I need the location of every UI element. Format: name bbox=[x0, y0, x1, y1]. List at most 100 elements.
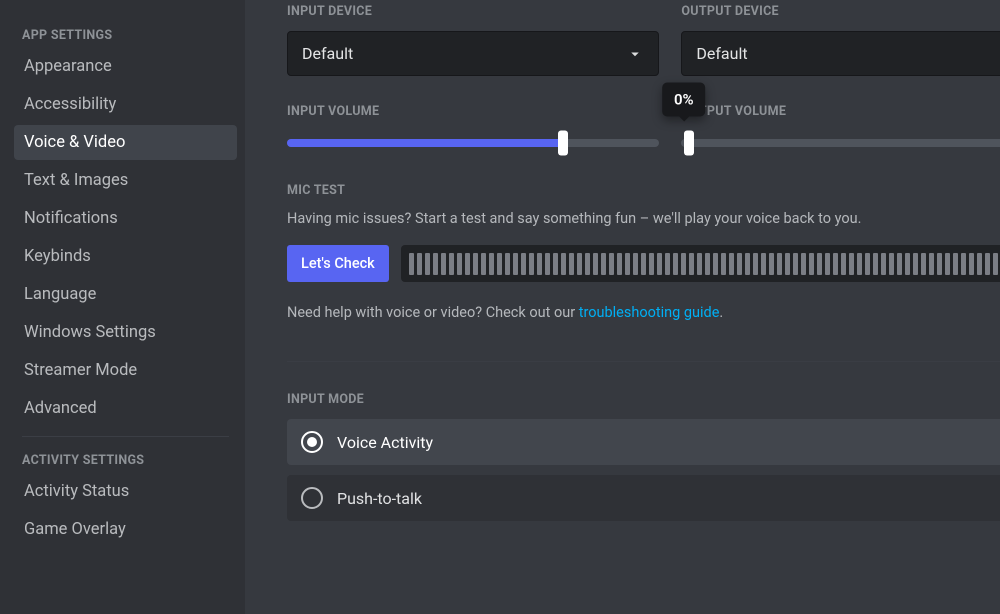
sidebar-item-label: Keybinds bbox=[24, 247, 91, 266]
meter-bar bbox=[825, 253, 830, 275]
meter-bar bbox=[665, 253, 670, 275]
radio-label: Voice Activity bbox=[337, 433, 433, 452]
sidebar-item-label: Streamer Mode bbox=[24, 361, 137, 380]
meter-bar bbox=[489, 253, 494, 275]
meter-bar bbox=[529, 253, 534, 275]
sidebar-item-streamer-mode[interactable]: Streamer Mode bbox=[14, 353, 237, 388]
sidebar-item-activity-status[interactable]: Activity Status bbox=[14, 474, 237, 509]
input-mode-header: INPUT MODE bbox=[287, 392, 1000, 407]
meter-bar bbox=[865, 253, 870, 275]
help-prefix: Need help with voice or video? Check out… bbox=[287, 304, 579, 321]
input-volume-column: INPUT VOLUME bbox=[287, 104, 659, 147]
meter-bar bbox=[649, 253, 654, 275]
sidebar-item-notifications[interactable]: Notifications bbox=[14, 201, 237, 236]
meter-bar bbox=[601, 253, 606, 275]
radio-push-to-talk[interactable]: Push-to-talk bbox=[287, 475, 1000, 521]
meter-bar bbox=[761, 253, 766, 275]
sidebar-header-app-settings: APP SETTINGS bbox=[14, 24, 237, 49]
radio-voice-activity[interactable]: Voice Activity bbox=[287, 419, 1000, 465]
output-device-label: OUTPUT DEVICE bbox=[681, 4, 1000, 19]
sidebar-divider bbox=[22, 436, 229, 437]
sidebar-item-language[interactable]: Language bbox=[14, 277, 237, 312]
sidebar-item-voice-video[interactable]: Voice & Video bbox=[14, 125, 237, 160]
meter-bar bbox=[553, 253, 558, 275]
meter-bar bbox=[505, 253, 510, 275]
input-device-select[interactable]: Default bbox=[287, 31, 659, 76]
input-volume-thumb[interactable] bbox=[558, 131, 568, 156]
mic-level-meter bbox=[401, 245, 1000, 282]
meter-bar bbox=[769, 253, 774, 275]
sidebar-item-windows-settings[interactable]: Windows Settings bbox=[14, 315, 237, 350]
meter-bar bbox=[473, 253, 478, 275]
radio-label: Push-to-talk bbox=[337, 489, 422, 508]
meter-bar bbox=[929, 253, 934, 275]
sidebar-item-label: Notifications bbox=[24, 209, 118, 228]
meter-bar bbox=[921, 253, 926, 275]
mic-test-description: Having mic issues? Start a test and say … bbox=[287, 210, 1000, 227]
meter-bar bbox=[713, 253, 718, 275]
meter-bar bbox=[841, 253, 846, 275]
mic-test-row: Let's Check bbox=[287, 245, 1000, 282]
meter-bar bbox=[977, 253, 982, 275]
output-volume-column: OUTPUT VOLUME 0% bbox=[681, 104, 1000, 147]
input-mode-radio-group: Voice Activity Push-to-talk bbox=[287, 419, 1000, 521]
sidebar-item-text-images[interactable]: Text & Images bbox=[14, 163, 237, 198]
meter-bar bbox=[457, 253, 462, 275]
meter-bar bbox=[705, 253, 710, 275]
radio-dot-icon bbox=[307, 437, 317, 447]
meter-bar bbox=[833, 253, 838, 275]
help-text: Need help with voice or video? Check out… bbox=[287, 304, 1000, 321]
sidebar-item-label: Language bbox=[24, 285, 96, 304]
device-row: INPUT DEVICE Default OUTPUT DEVICE Defau… bbox=[287, 0, 1000, 76]
section-divider bbox=[287, 361, 1000, 362]
meter-bar bbox=[593, 253, 598, 275]
output-volume-slider[interactable]: 0% bbox=[681, 139, 1000, 147]
sidebar-item-label: Voice & Video bbox=[24, 133, 125, 152]
meter-bar bbox=[881, 253, 886, 275]
sidebar-item-label: Windows Settings bbox=[24, 323, 156, 342]
meter-bar bbox=[953, 253, 958, 275]
troubleshooting-link[interactable]: troubleshooting guide bbox=[579, 304, 720, 321]
meter-bar bbox=[441, 253, 446, 275]
meter-bar bbox=[889, 253, 894, 275]
sidebar-item-game-overlay[interactable]: Game Overlay bbox=[14, 512, 237, 547]
meter-bar bbox=[849, 253, 854, 275]
meter-bar bbox=[577, 253, 582, 275]
meter-bar bbox=[417, 253, 422, 275]
sidebar-item-advanced[interactable]: Advanced bbox=[14, 391, 237, 426]
lets-check-button[interactable]: Let's Check bbox=[287, 245, 389, 282]
meter-bar bbox=[857, 253, 862, 275]
input-device-column: INPUT DEVICE Default bbox=[287, 4, 659, 76]
sidebar-item-appearance[interactable]: Appearance bbox=[14, 49, 237, 84]
input-volume-slider[interactable] bbox=[287, 139, 659, 147]
radio-icon bbox=[301, 487, 323, 509]
meter-bar bbox=[993, 253, 998, 275]
meter-bar bbox=[609, 253, 614, 275]
volume-tooltip: 0% bbox=[662, 83, 706, 117]
meter-bar bbox=[961, 253, 966, 275]
meter-bar bbox=[681, 253, 686, 275]
help-suffix: . bbox=[719, 304, 723, 321]
meter-bar bbox=[433, 253, 438, 275]
meter-bar bbox=[737, 253, 742, 275]
meter-bar bbox=[873, 253, 878, 275]
sidebar-item-keybinds[interactable]: Keybinds bbox=[14, 239, 237, 274]
meter-bar bbox=[633, 253, 638, 275]
meter-bar bbox=[409, 253, 414, 275]
output-device-select[interactable]: Default bbox=[681, 31, 1000, 76]
meter-bar bbox=[481, 253, 486, 275]
meter-bar bbox=[745, 253, 750, 275]
meter-bar bbox=[641, 253, 646, 275]
settings-sidebar: APP SETTINGS Appearance Accessibility Vo… bbox=[0, 0, 245, 614]
sidebar-item-accessibility[interactable]: Accessibility bbox=[14, 87, 237, 122]
meter-bar bbox=[689, 253, 694, 275]
output-volume-label: OUTPUT VOLUME bbox=[681, 104, 1000, 119]
mic-test-header: MIC TEST bbox=[287, 183, 1000, 198]
output-volume-thumb[interactable]: 0% bbox=[684, 131, 694, 156]
sidebar-item-label: Text & Images bbox=[24, 171, 128, 190]
input-device-label: INPUT DEVICE bbox=[287, 4, 659, 19]
sidebar-item-label: Advanced bbox=[24, 399, 97, 418]
meter-bar bbox=[721, 253, 726, 275]
meter-bar bbox=[785, 253, 790, 275]
input-volume-label: INPUT VOLUME bbox=[287, 104, 659, 119]
